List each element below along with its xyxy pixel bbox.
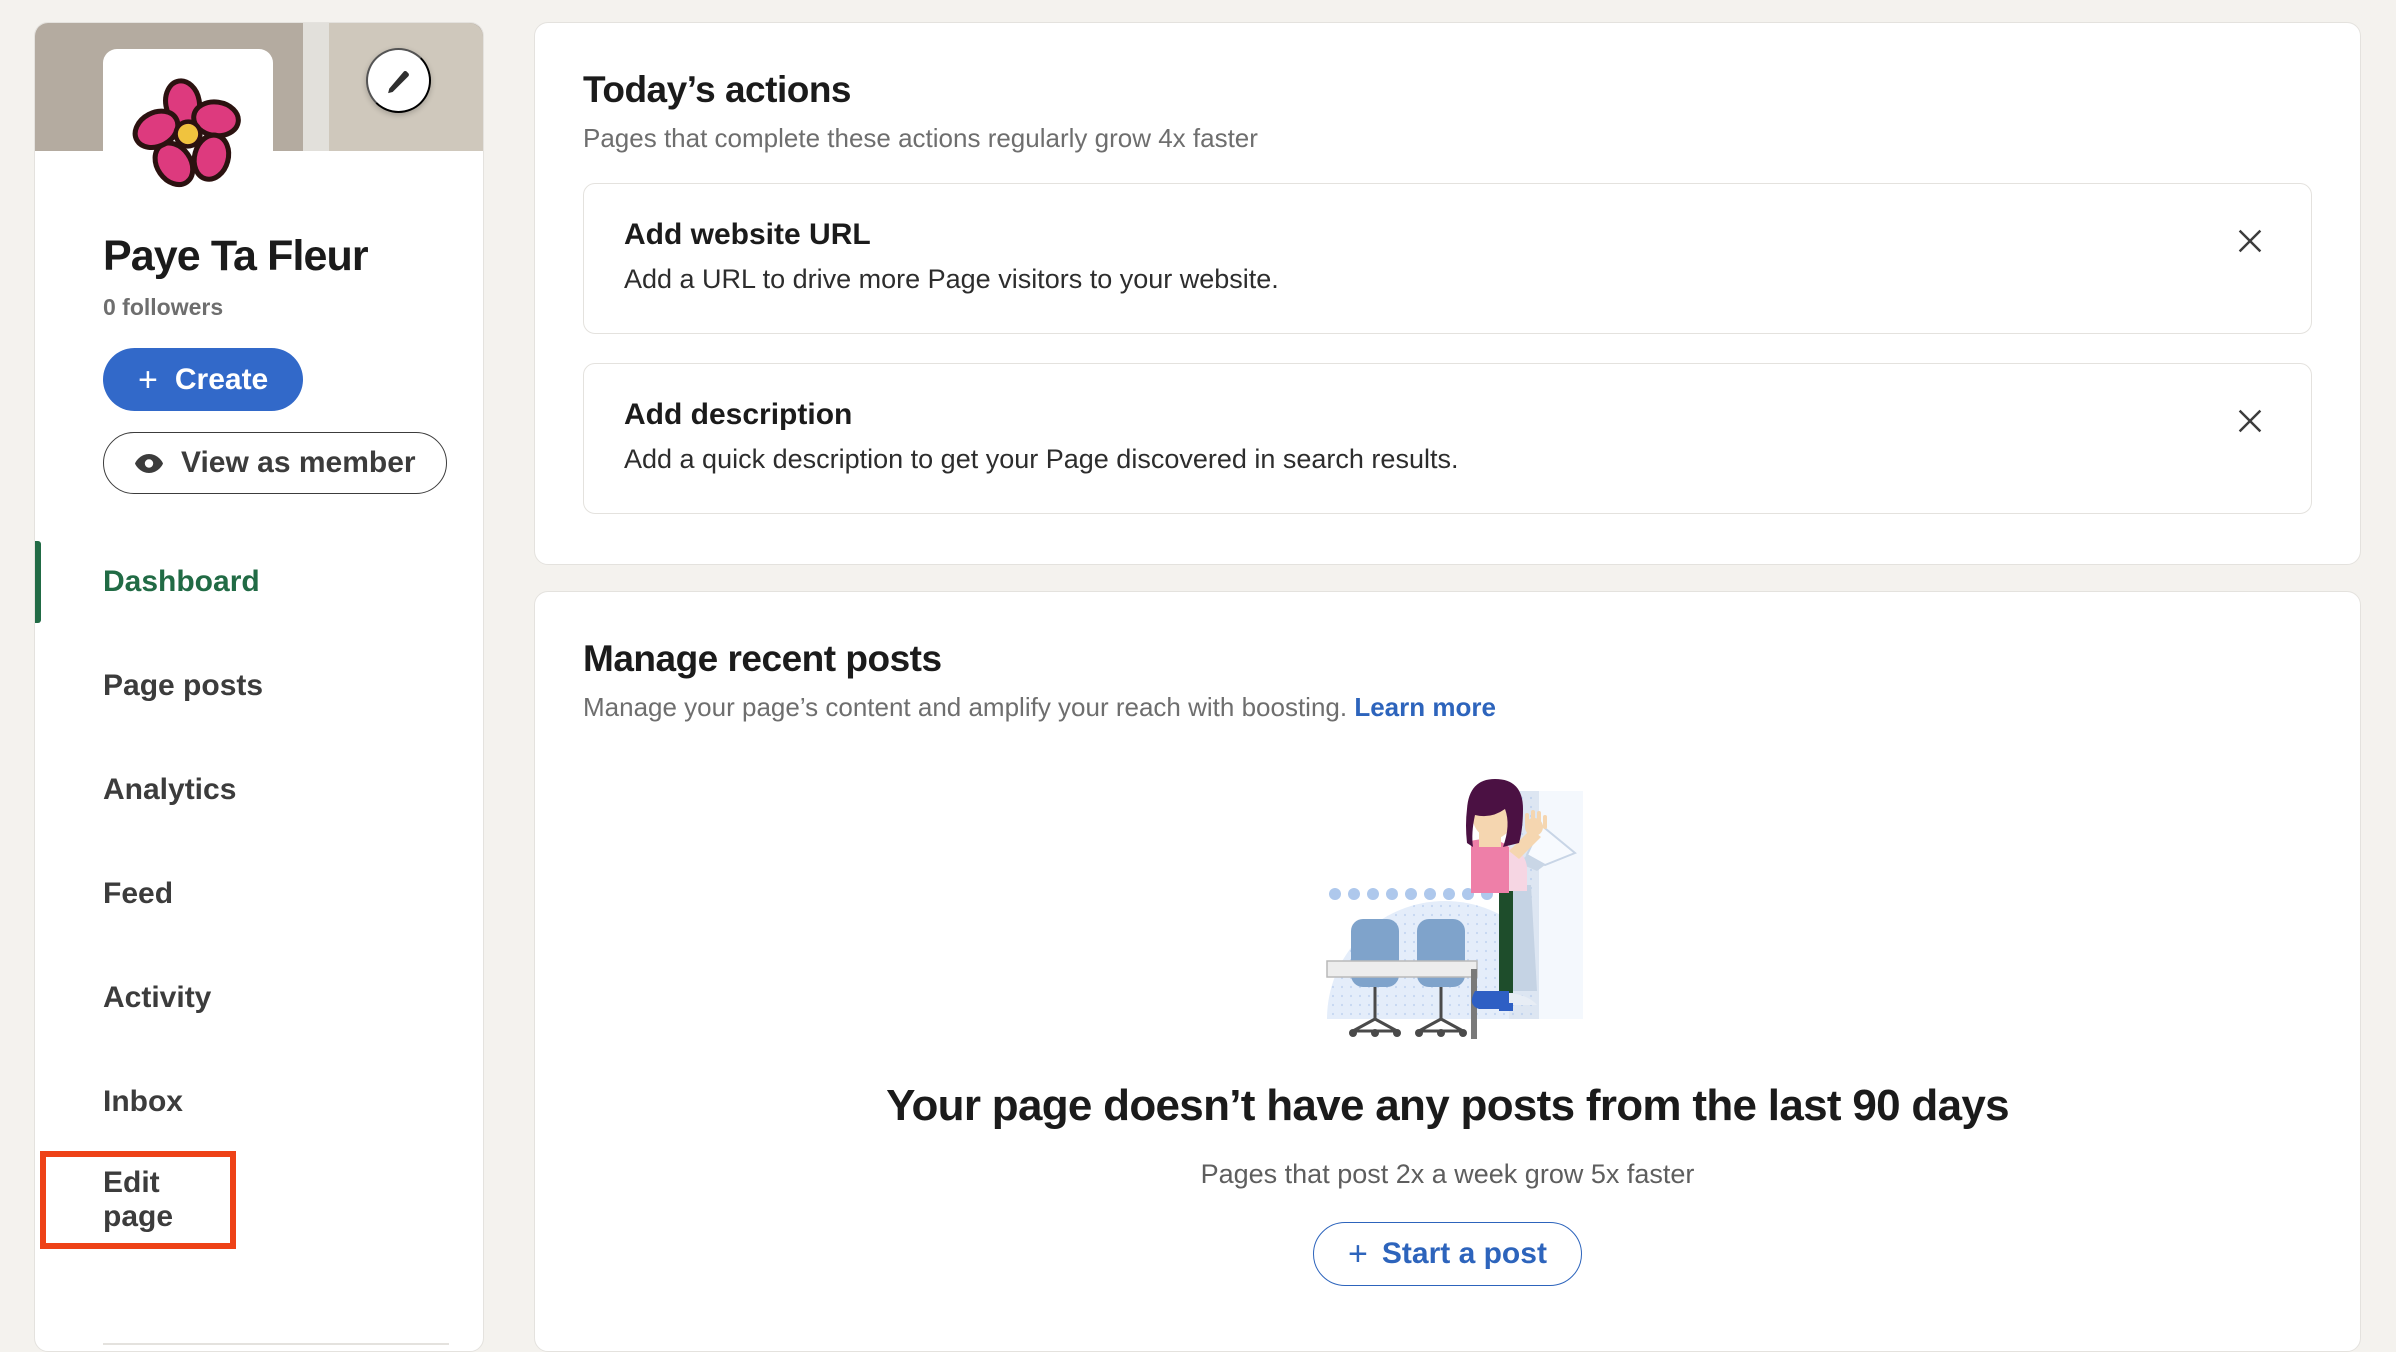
manage-recent-posts-subtitle-text: Manage your page’s content and amplify y… — [583, 692, 1348, 722]
sidebar-item-label: Inbox — [103, 1085, 183, 1119]
followers-count: 0 followers — [103, 294, 224, 321]
start-a-post-label: Start a post — [1381, 1237, 1547, 1270]
avatar[interactable] — [103, 49, 273, 219]
manage-recent-posts-subtitle: Manage your page’s content and amplify y… — [583, 692, 2312, 723]
cover-edit-button[interactable] — [366, 48, 431, 113]
create-button[interactable]: + Create — [103, 348, 304, 412]
flower-avatar — [132, 78, 241, 188]
sidebar-item-label: Dashboard — [103, 565, 260, 599]
start-a-post-button[interactable]: + Start a post — [1313, 1222, 1582, 1286]
view-as-member-label: View as member — [181, 446, 416, 480]
person-with-laptop-illustration — [1325, 779, 1583, 1039]
plus-icon: + — [1348, 1235, 1368, 1273]
sidebar-item-label: Page posts — [103, 669, 264, 703]
sidebar-item-edit-page[interactable]: Edit page — [40, 1151, 236, 1250]
todays-actions-card: Today’s actions Pages that complete thes… — [534, 22, 2361, 565]
dismiss-add-description-button[interactable] — [2223, 394, 2277, 448]
plus-icon: + — [138, 360, 158, 399]
empty-state: Your page doesn’t have any posts from th… — [583, 723, 2312, 1286]
action-item-add-description[interactable]: Add description Add a quick description … — [583, 363, 2312, 514]
manage-recent-posts-card: Manage recent posts Manage your page’s c… — [534, 591, 2361, 1352]
pencil-icon — [387, 70, 409, 93]
sidebar-nav: Dashboard Page posts Analytics Feed Acti… — [35, 530, 483, 1250]
action-item-add-website-url[interactable]: Add website URL Add a URL to drive more … — [583, 183, 2312, 334]
sidebar-item-label: Activity — [103, 981, 212, 1015]
sidebar-item-label: Feed — [103, 877, 174, 911]
sidebar-item-label: Edit page — [103, 1166, 174, 1234]
sidebar-item-analytics[interactable]: Analytics — [35, 738, 483, 842]
sidebar-divider — [103, 1343, 449, 1345]
main-content: Today’s actions Pages that complete thes… — [534, 22, 2361, 1352]
learn-more-link[interactable]: Learn more — [1354, 692, 1496, 722]
page-title: Paye Ta Fleur — [103, 232, 369, 280]
sidebar-item-activity[interactable]: Activity — [35, 946, 483, 1050]
close-icon — [2238, 229, 2262, 253]
empty-state-title: Your page doesn’t have any posts from th… — [886, 1081, 2010, 1130]
dismiss-add-website-url-button[interactable] — [2223, 214, 2277, 268]
todays-actions-subtitle: Pages that complete these actions regula… — [583, 123, 1258, 153]
view-as-member-button[interactable]: View as member — [103, 432, 447, 495]
action-description: Add a quick description to get your Page… — [624, 444, 1459, 474]
eye-icon — [135, 453, 163, 473]
todays-actions-title: Today’s actions — [583, 69, 852, 110]
action-title: Add website URL — [624, 218, 871, 251]
action-title: Add description — [624, 398, 853, 431]
page-sidebar: Paye Ta Fleur 0 followers + Create View … — [34, 22, 484, 1352]
create-button-label: Create — [174, 362, 269, 396]
sidebar-item-dashboard[interactable]: Dashboard — [35, 530, 483, 634]
close-icon — [2238, 409, 2262, 433]
sidebar-item-label: Analytics — [103, 773, 237, 807]
cover-seam — [303, 23, 329, 151]
sidebar-item-inbox[interactable]: Inbox — [35, 1050, 483, 1154]
manage-recent-posts-title: Manage recent posts — [583, 638, 942, 679]
sidebar-item-page-posts[interactable]: Page posts — [35, 634, 483, 738]
action-description: Add a URL to drive more Page visitors to… — [624, 264, 1279, 294]
empty-state-subtitle: Pages that post 2x a week grow 5x faster — [1200, 1159, 1695, 1189]
page-root: Paye Ta Fleur 0 followers + Create View … — [0, 0, 2396, 1352]
sidebar-item-feed[interactable]: Feed — [35, 842, 483, 946]
